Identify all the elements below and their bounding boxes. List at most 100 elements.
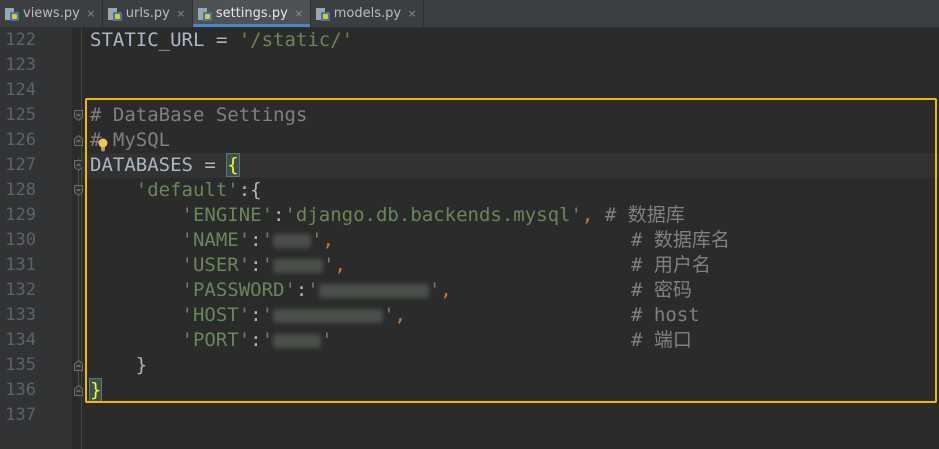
line-number: 128	[5, 180, 36, 200]
quote: '	[383, 304, 395, 326]
quote: '	[261, 254, 274, 276]
comment: # 用户名	[631, 254, 711, 276]
code-line-135[interactable]: }	[90, 353, 147, 378]
identifier: DATABASES	[90, 154, 193, 176]
line-number: 127	[5, 155, 36, 175]
comma: ,	[334, 254, 346, 276]
code-line-125[interactable]: # DataBase Settings	[90, 103, 307, 128]
fold-marker-icon[interactable]	[74, 135, 83, 146]
python-file-icon	[107, 7, 122, 21]
code-line-133[interactable]: 'HOST':' ',	[90, 303, 406, 328]
dict-key: 'default'	[135, 179, 239, 201]
code-line-122[interactable]: STATIC_URL = '/static/'	[90, 28, 353, 53]
quote: '	[311, 229, 323, 251]
lightbulb-icon[interactable]	[96, 137, 110, 153]
redacted-value	[318, 283, 429, 298]
dict-key: 'USER'	[181, 254, 251, 276]
closing-brace: }	[135, 354, 148, 376]
code-comment-134: # 端口	[631, 328, 692, 353]
line-number: 130	[5, 230, 36, 250]
quote: '	[428, 279, 441, 301]
tab-label: settings.py	[215, 6, 288, 21]
redacted-value	[273, 308, 384, 323]
tab-urls-py[interactable]: urls.py ×	[103, 0, 193, 27]
colon: :	[250, 329, 262, 351]
line-number: 124	[5, 80, 36, 100]
comment: MySQL	[101, 129, 171, 151]
dict-key: 'NAME'	[181, 229, 251, 251]
tab-label: views.py	[23, 6, 80, 21]
tab-models-py[interactable]: models.py ×	[311, 0, 425, 27]
colon: :	[273, 204, 285, 226]
quote: '	[261, 304, 274, 326]
dict-key: 'PASSWORD'	[181, 279, 296, 301]
code-line-136[interactable]: }	[88, 378, 103, 403]
code-comment-131: # 用户名	[631, 253, 711, 278]
code-line-131[interactable]: 'USER':' ',	[90, 253, 346, 278]
quote: '	[323, 254, 335, 276]
python-file-icon	[5, 7, 19, 21]
comma: ,	[440, 279, 452, 301]
tab-views-py[interactable]: views.py ×	[0, 0, 103, 27]
matched-brace: {	[226, 153, 240, 177]
comma: ,	[394, 304, 406, 326]
string-literal: '/static/'	[238, 29, 354, 51]
code-comment-132: # 密码	[631, 278, 692, 303]
quote: '	[321, 329, 333, 351]
line-number: 132	[5, 280, 36, 300]
code-line-127[interactable]: DATABASES = {	[90, 153, 240, 178]
comment: # host	[631, 304, 700, 326]
colon: :	[295, 279, 308, 301]
fold-marker-icon[interactable]	[74, 385, 83, 396]
dict-value: 'django.db.backends.mysql'	[284, 204, 582, 226]
close-icon[interactable]: ×	[294, 7, 304, 20]
code-line-132[interactable]: 'PASSWORD':' ',	[90, 278, 452, 303]
code-line-128[interactable]: 'default':{	[90, 178, 262, 203]
close-icon[interactable]: ×	[176, 7, 186, 20]
quote: '	[261, 329, 274, 351]
comment: # 密码	[631, 279, 692, 301]
code-line-129[interactable]: 'ENGINE':'django.db.backends.mysql', # 数…	[90, 203, 685, 228]
line-number: 123	[5, 55, 36, 75]
identifier: STATIC_URL	[90, 29, 205, 51]
close-icon[interactable]: ×	[407, 7, 417, 20]
quote: '	[261, 229, 274, 251]
quote: '	[307, 279, 319, 301]
comma: ,	[581, 204, 594, 226]
tab-settings-py[interactable]: settings.py ×	[192, 0, 311, 27]
colon: :	[250, 229, 262, 251]
line-number: 136	[5, 380, 36, 400]
fold-marker-icon[interactable]	[74, 110, 83, 121]
operator: =	[204, 29, 239, 51]
line-number: 137	[5, 405, 36, 425]
redacted-value	[273, 233, 312, 248]
code-line-134[interactable]: 'PORT':' '	[90, 328, 333, 353]
comma: ,	[322, 229, 334, 251]
operator: =	[192, 154, 228, 176]
code-line-130[interactable]: 'NAME':' ',	[90, 228, 334, 253]
line-number: 126	[5, 130, 36, 150]
dict-key: 'ENGINE'	[181, 204, 274, 226]
comment: # 端口	[631, 329, 692, 351]
fold-marker-icon[interactable]	[74, 360, 83, 371]
redacted-value	[273, 333, 322, 348]
line-number: 125	[5, 105, 36, 125]
line-number: 129	[5, 205, 36, 225]
fold-marker-icon[interactable]	[74, 185, 83, 196]
comment: # 数据库名	[631, 229, 730, 251]
code-comment-130: # 数据库名	[631, 228, 730, 253]
comment: # 数据库	[604, 204, 685, 226]
editor-tab-bar: views.py × urls.py × settings.py × model…	[0, 0, 939, 28]
close-icon[interactable]: ×	[86, 7, 96, 20]
tab-label: models.py	[333, 6, 402, 21]
colon: :	[250, 254, 262, 276]
python-file-icon	[197, 7, 212, 21]
